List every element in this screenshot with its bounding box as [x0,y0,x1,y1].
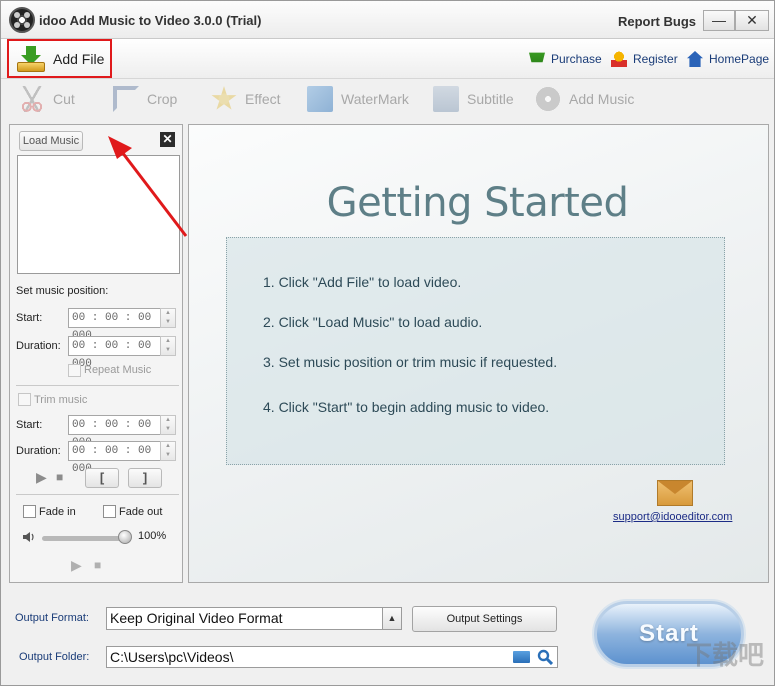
subtitle-label: Subtitle [467,91,514,107]
repeat-music-label: Repeat Music [84,364,152,376]
crop-tool[interactable]: Crop [113,86,177,112]
cart-icon [529,52,545,63]
start-label: Start: [16,312,43,324]
caret-up-icon[interactable]: ▲ [382,607,402,630]
volume-slider-thumb[interactable] [118,530,132,544]
trim-duration-label: Duration: [16,445,61,457]
trim-start-label: Start: [16,419,43,431]
panel-close-button[interactable]: ✕ [160,132,175,147]
getting-started-title: Getting Started [326,180,629,226]
effect-tool[interactable]: Effect [211,86,281,112]
add-file-label: Add File [53,50,105,67]
trim-music-checkbox[interactable] [18,393,31,406]
duration-label: Duration: [16,340,61,352]
trim-duration-spinner[interactable]: ▲ ▼ [160,441,176,461]
register-link[interactable]: Register [611,51,678,67]
speaker-icon [23,532,34,542]
homepage-link[interactable]: HomePage [687,51,769,67]
fade-in-checkbox[interactable] [23,505,36,518]
fade-out-checkbox[interactable] [103,505,116,518]
add-music-label: Add Music [569,91,635,107]
award-ribbon-icon [611,51,627,67]
duration-time-input[interactable]: 00 : 00 : 00 . 000 [68,336,166,370]
step-item: 4. Click "Start" to begin adding music t… [263,399,550,415]
divider [16,385,179,386]
subtitle-tool[interactable]: Subtitle [433,86,514,112]
mark-in-button[interactable]: [ [85,468,119,488]
crop-label: Crop [147,91,178,107]
preview-stop-icon[interactable]: ■ [94,558,101,572]
search-icon[interactable] [537,649,553,665]
load-music-button[interactable]: Load Music [19,131,83,151]
fade-in-label: Fade in [39,506,76,518]
close-button[interactable]: ✕ [735,10,769,31]
steps-box: 1. Click "Add File" to load video. 2. Cl… [226,237,725,465]
minimize-button[interactable]: — [703,10,735,31]
play-icon[interactable]: ▶ [36,469,47,486]
subtitle-icon [433,86,459,112]
divider [16,494,179,495]
register-label: Register [633,52,678,66]
folder-open-icon[interactable] [513,651,530,663]
trim-music-label: Trim music [34,394,88,406]
window-title: idoo Add Music to Video 3.0.0 (Trial) [39,13,262,28]
purchase-link[interactable]: Purchase [529,51,602,67]
watermark-label: WaterMark [341,91,409,107]
main-toolbar: Add File Purchase Register HomePage [1,39,774,79]
effect-icon [211,86,237,110]
set-position-label: Set music position: [16,285,109,297]
watermark-icon [307,86,333,112]
music-panel: Load Music ✕ Set music position: Start: … [9,124,183,583]
home-icon [687,51,703,67]
trim-start-input[interactable]: 00 : 00 : 00 . 000 [68,415,166,449]
output-settings-button[interactable]: Output Settings [412,606,557,632]
duration-time-spinner[interactable]: ▲ ▼ [160,336,176,356]
fade-out-label: Fade out [119,506,163,518]
scissors-icon [19,86,45,112]
step-item: 2. Click "Load Music" to load audio. [263,314,483,330]
film-reel-icon [9,7,35,33]
envelope-icon [657,480,693,506]
watermark-tool[interactable]: WaterMark [307,86,409,112]
homepage-label: HomePage [709,52,770,66]
volume-slider-track[interactable] [42,536,126,541]
stop-icon[interactable]: ■ [56,470,63,484]
step-item: 1. Click "Add File" to load video. [263,274,462,290]
mark-out-button[interactable]: ] [128,468,162,488]
title-bar: idoo Add Music to Video 3.0.0 (Trial) Re… [1,1,774,39]
step-item: 3. Set music position or trim music if r… [263,354,558,370]
report-bugs-link[interactable]: Report Bugs [618,14,696,29]
cut-tool[interactable]: Cut [19,86,75,112]
site-watermark: 下载吧 [686,640,765,670]
music-list[interactable] [17,155,180,274]
edit-toolbar: Cut Crop Effect WaterMark Subtitle Add M… [1,80,774,120]
app-window: idoo Add Music to Video 3.0.0 (Trial) Re… [0,0,775,686]
getting-started-panel: Getting Started 1. Click "Add File" to l… [188,124,769,583]
crop-icon [113,86,139,112]
trim-duration-input[interactable]: 00 : 00 : 00 . 000 [68,441,166,475]
trim-start-spinner[interactable]: ▲ ▼ [160,415,176,435]
output-format-select[interactable]: Keep Original Video Format [106,607,402,630]
preview-play-icon[interactable]: ▶ [71,557,82,574]
effect-label: Effect [245,91,281,107]
start-time-input[interactable]: 00 : 00 : 00 . 000 [68,308,166,342]
cut-label: Cut [53,91,75,107]
volume-value: 100% [138,530,167,542]
output-format-label: Output Format: [15,612,89,624]
output-folder-label: Output Folder: [19,651,90,663]
music-disc-icon [535,86,561,112]
purchase-label: Purchase [551,52,602,66]
add-file-button[interactable]: Add File [7,39,112,78]
add-music-tool[interactable]: Add Music [535,86,634,112]
start-time-spinner[interactable]: ▲ ▼ [160,308,176,328]
output-folder-input[interactable]: C:\Users\pc\Videos\ [106,646,558,668]
support-email-link[interactable]: support@idooeditor.com [613,511,732,523]
repeat-music-checkbox[interactable] [68,364,81,377]
download-tray-icon [17,45,45,72]
